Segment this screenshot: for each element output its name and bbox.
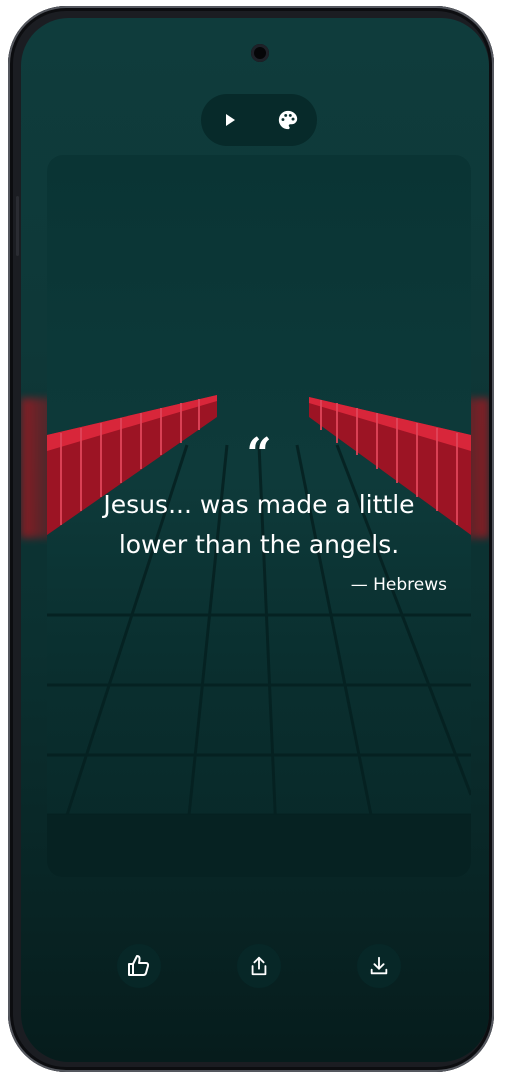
- screen: “ Jesus... was made a little lower than …: [21, 18, 489, 1062]
- front-camera: [251, 44, 269, 62]
- play-button[interactable]: [210, 100, 250, 140]
- theme-button[interactable]: [268, 100, 308, 140]
- download-icon: [370, 956, 388, 975]
- quote-mark: “: [246, 429, 272, 480]
- share-icon: [251, 956, 267, 976]
- share-button[interactable]: [237, 944, 281, 988]
- quote-text: Jesus... was made a little lower than th…: [103, 490, 415, 559]
- like-button[interactable]: [117, 944, 161, 988]
- top-controls: [201, 94, 317, 146]
- thumbs-up-icon: [128, 955, 150, 976]
- download-button[interactable]: [357, 944, 401, 988]
- quote-card: “ Jesus... was made a little lower than …: [47, 155, 471, 877]
- palette-icon: [278, 110, 298, 130]
- side-key: [16, 196, 19, 256]
- quote-author: — Hebrews: [350, 575, 447, 595]
- play-icon: [226, 114, 235, 126]
- phone-frame: “ Jesus... was made a little lower than …: [8, 6, 494, 1072]
